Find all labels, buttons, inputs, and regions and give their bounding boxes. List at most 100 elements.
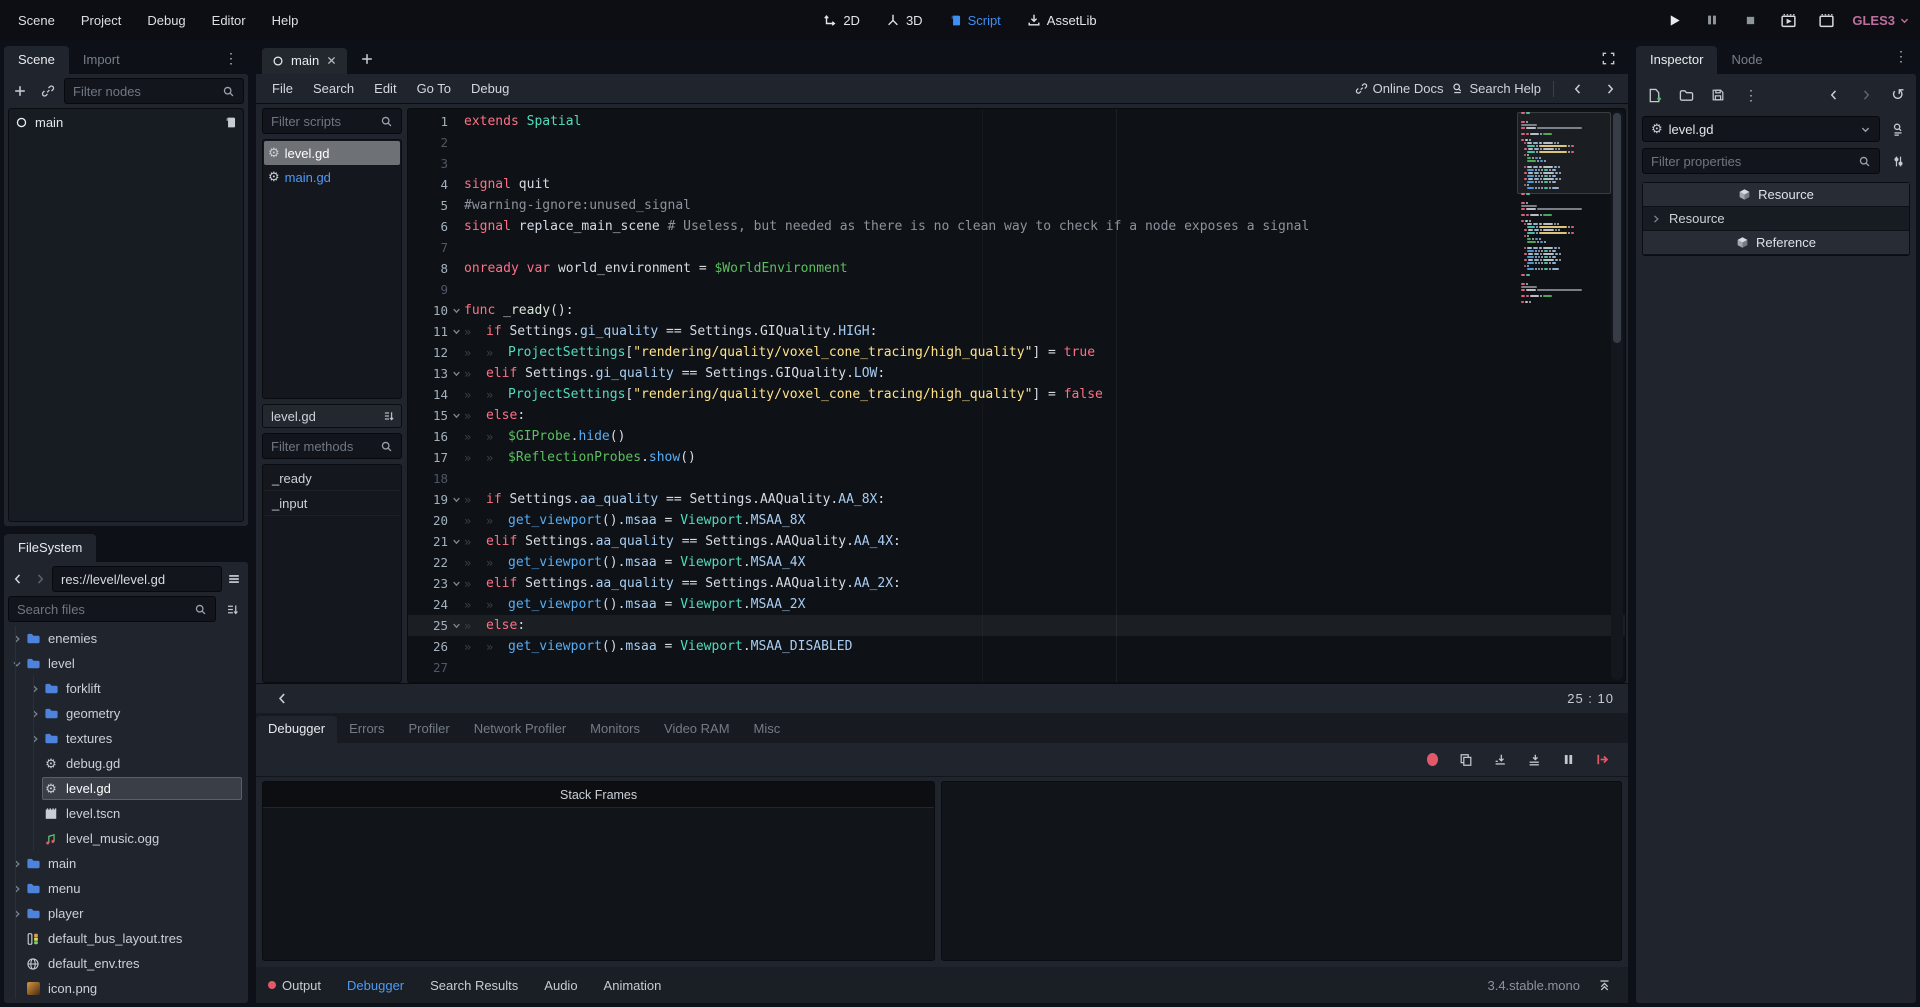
current-script-bar[interactable]: level.gd — [262, 404, 402, 428]
pause-button[interactable] — [1700, 8, 1724, 32]
inspector-category-resource[interactable]: Resource — [1643, 183, 1909, 207]
tree-arrow-closed[interactable] — [10, 859, 24, 869]
history-back-icon[interactable] — [1822, 83, 1846, 107]
continue-icon[interactable] — [1590, 748, 1614, 772]
fs-split-mode-icon[interactable] — [224, 567, 244, 591]
code-editor[interactable]: 1extends Spatial234signal quit5#warning-… — [407, 108, 1626, 683]
add-node-button[interactable] — [8, 79, 32, 103]
fs-forward-icon[interactable] — [30, 567, 50, 591]
fold-arrow-icon[interactable] — [448, 411, 464, 420]
fs-item-enemies[interactable]: enemies — [8, 626, 244, 651]
menu-editor[interactable]: Editor — [202, 8, 256, 33]
fs-item-level[interactable]: level — [8, 651, 244, 676]
bottom-bar-item-animation[interactable]: Animation — [604, 978, 662, 993]
fs-item-level-music-ogg[interactable]: level_music.ogg — [8, 826, 244, 851]
code-line[interactable]: 19»if Settings.aa_quality == Settings.AA… — [408, 489, 1625, 510]
tree-arrow-closed[interactable] — [28, 684, 42, 694]
menu-help[interactable]: Help — [262, 8, 309, 33]
filter-methods-input[interactable]: Filter methods — [262, 433, 402, 459]
code-line[interactable]: 7 — [408, 237, 1625, 258]
fs-item-main[interactable]: main — [8, 851, 244, 876]
scene-tab-main[interactable]: main — [262, 48, 347, 74]
fs-item-level-tscn[interactable]: level.tscn — [8, 801, 244, 826]
code-line[interactable]: 14»»ProjectSettings["rendering/quality/v… — [408, 384, 1625, 405]
fs-item-debug-gd[interactable]: ⚙debug.gd — [8, 751, 244, 776]
minimap[interactable] — [1521, 112, 1607, 312]
bottom-bar-item-output[interactable]: Output — [268, 978, 321, 993]
fs-sort-icon[interactable] — [220, 597, 244, 621]
inspector-tab-inspector[interactable]: Inspector — [1636, 46, 1717, 74]
scene-dock-menu-icon[interactable]: ⋮ — [218, 50, 244, 67]
debugger-tab-misc[interactable]: Misc — [742, 716, 793, 743]
code-line[interactable]: 4signal quit — [408, 174, 1625, 195]
method-item-ready[interactable]: _ready — [264, 466, 400, 491]
code-line[interactable]: 6signal replace_main_scene # Useless, bu… — [408, 216, 1625, 237]
fs-item-default-env-tres[interactable]: default_env.tres — [8, 951, 244, 976]
step-into-icon[interactable] — [1488, 748, 1512, 772]
code-line[interactable]: 12»»ProjectSettings["rendering/quality/v… — [408, 342, 1625, 363]
distraction-free-icon[interactable] — [1596, 46, 1620, 70]
stop-button[interactable] — [1738, 8, 1762, 32]
workspace-tab-3d[interactable]: 3D — [886, 13, 923, 28]
bottom-bar-item-audio[interactable]: Audio — [544, 978, 577, 993]
code-line[interactable]: 5#warning-ignore:unused_signal — [408, 195, 1625, 216]
debugger-tab-video-ram[interactable]: Video RAM — [652, 716, 742, 743]
script-list-item-main-gd[interactable]: ⚙main.gd — [264, 165, 400, 189]
filesystem-dock-tab[interactable]: FileSystem — [4, 534, 96, 562]
tree-arrow-closed[interactable] — [28, 709, 42, 719]
script-menu-file[interactable]: File — [262, 77, 303, 100]
fold-arrow-icon[interactable] — [448, 306, 464, 315]
code-line[interactable]: 2 — [408, 132, 1625, 153]
fold-arrow-icon[interactable] — [448, 327, 464, 336]
renderer-select[interactable]: GLES3 — [1852, 13, 1910, 28]
bottom-bar-item-debugger[interactable]: Debugger — [347, 978, 404, 993]
tree-arrow-open[interactable] — [10, 659, 24, 669]
instance-scene-button[interactable] — [36, 79, 60, 103]
fs-item-player[interactable]: player — [8, 901, 244, 926]
fold-arrow-icon[interactable] — [448, 369, 464, 378]
open-docs-icon[interactable] — [1886, 117, 1910, 141]
tree-arrow-closed[interactable] — [28, 734, 42, 744]
code-line[interactable]: 9 — [408, 279, 1625, 300]
menu-scene[interactable]: Scene — [8, 8, 65, 33]
menu-project[interactable]: Project — [71, 8, 131, 33]
script-menu-debug[interactable]: Debug — [461, 77, 519, 100]
code-line[interactable]: 20»»get_viewport().msaa = Viewport.MSAA_… — [408, 510, 1625, 531]
code-line[interactable]: 21»elif Settings.aa_quality == Settings.… — [408, 531, 1625, 552]
attached-script-icon[interactable] — [224, 116, 237, 129]
play-button[interactable] — [1662, 8, 1686, 32]
code-line[interactable]: 18 — [408, 468, 1625, 489]
menu-debug[interactable]: Debug — [137, 8, 195, 33]
fold-arrow-icon[interactable] — [448, 621, 464, 630]
save-icon[interactable] — [1706, 83, 1730, 107]
fs-item-geometry[interactable]: geometry — [8, 701, 244, 726]
scene-node-main[interactable]: main — [9, 109, 243, 135]
code-line[interactable]: 3 — [408, 153, 1625, 174]
code-line[interactable]: 23»elif Settings.aa_quality == Settings.… — [408, 573, 1625, 594]
script-history-back-icon[interactable] — [1566, 77, 1590, 101]
fs-item-forklift[interactable]: forklift — [8, 676, 244, 701]
scene-dock-tab-scene[interactable]: Scene — [4, 46, 69, 74]
debugger-tab-monitors[interactable]: Monitors — [578, 716, 652, 743]
code-line[interactable]: 10func _ready(): — [408, 300, 1625, 321]
debugger-tab-debugger[interactable]: Debugger — [256, 716, 337, 743]
inspector-dock-menu-icon[interactable]: ⋮ — [1888, 48, 1914, 65]
fs-item-icon-png[interactable]: icon.png — [8, 976, 244, 999]
close-icon[interactable] — [326, 55, 337, 66]
inspector-tab-node[interactable]: Node — [1717, 46, 1776, 74]
code-line[interactable]: 25»else: — [408, 615, 1625, 636]
code-line[interactable]: 26»»get_viewport().msaa = Viewport.MSAA_… — [408, 636, 1625, 657]
code-line[interactable]: 24»»get_viewport().msaa = Viewport.MSAA_… — [408, 594, 1625, 615]
script-list-item-level-gd[interactable]: ⚙level.gd — [264, 141, 400, 165]
debugger-tab-profiler[interactable]: Profiler — [397, 716, 462, 743]
search-files-input[interactable]: Search files — [8, 596, 216, 622]
tree-arrow-closed[interactable] — [10, 634, 24, 644]
fs-item-textures[interactable]: textures — [8, 726, 244, 751]
fs-item-menu[interactable]: menu — [8, 876, 244, 901]
manage-properties-icon[interactable] — [1886, 149, 1910, 173]
inspector-category-reference[interactable]: Reference — [1643, 231, 1909, 255]
code-line[interactable]: 17»»$ReflectionProbes.show() — [408, 447, 1625, 468]
help-link-online-docs[interactable]: Online Docs — [1355, 81, 1444, 96]
resource-extra-menu-icon[interactable]: ⋮ — [1738, 87, 1764, 104]
code-line[interactable]: 22»»get_viewport().msaa = Viewport.MSAA_… — [408, 552, 1625, 573]
